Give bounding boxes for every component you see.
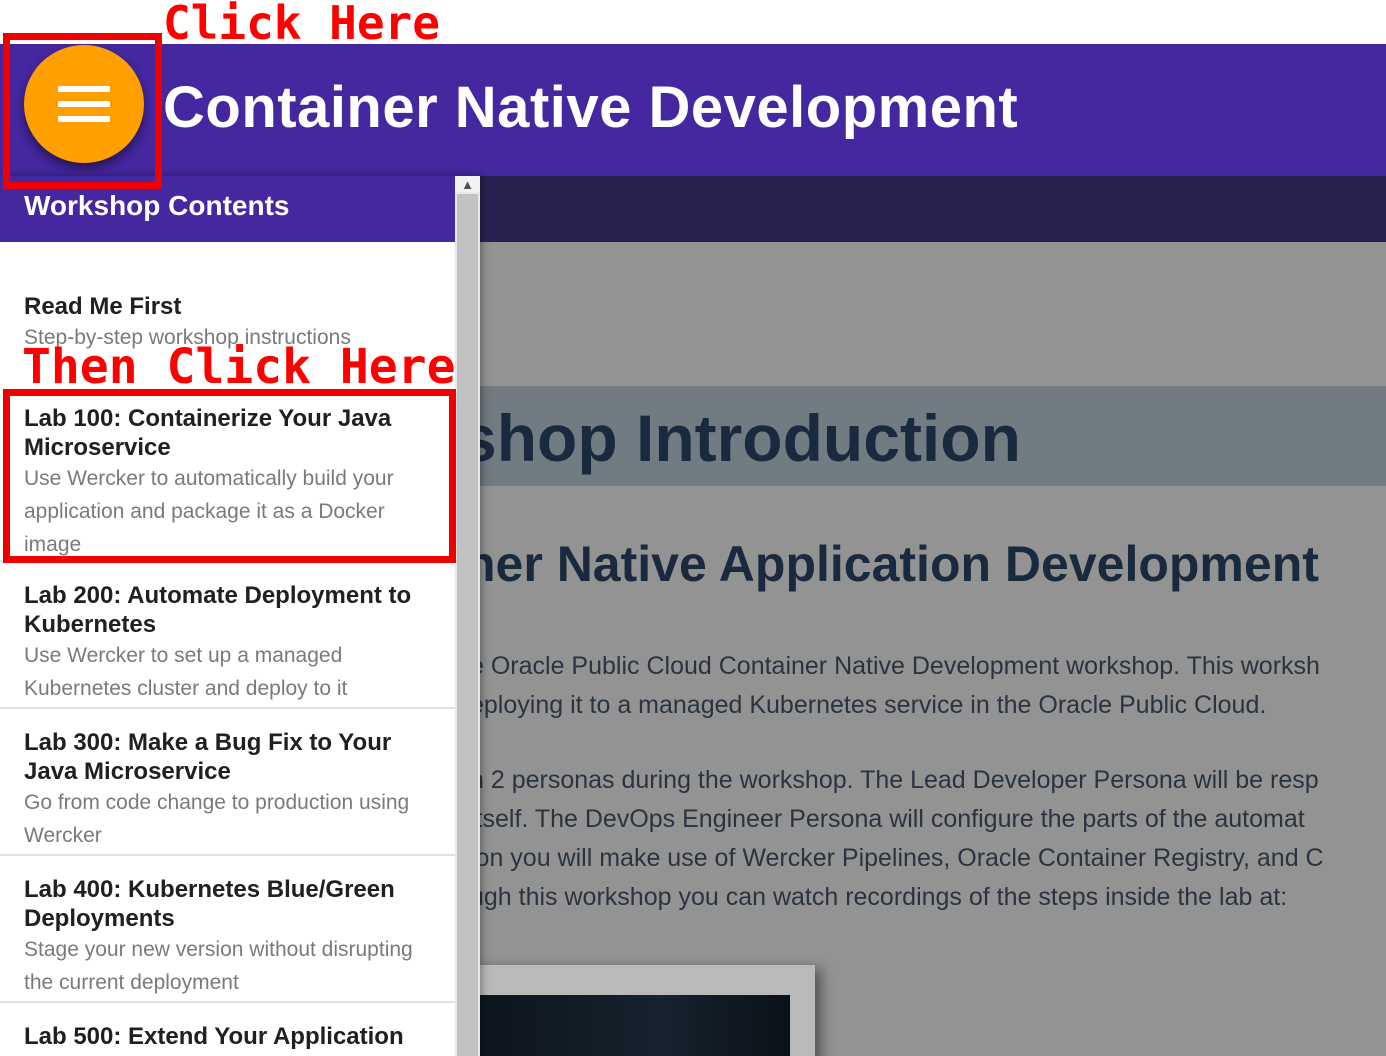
divider xyxy=(0,1001,455,1003)
menu-item-lab-300[interactable]: Lab 300: Make a Bug Fix to Your Java Mic… xyxy=(0,728,455,852)
menu-item-description: Use Wercker to automatically build your … xyxy=(24,467,394,556)
click-here-annotation: Click Here xyxy=(163,0,440,50)
intro-paragraph-line: ugh this workshop you can watch recordin… xyxy=(470,883,1288,911)
menu-item-lab-500[interactable]: Lab 500: Extend Your Application xyxy=(0,1022,455,1051)
scrollbar-thumb[interactable] xyxy=(457,194,478,1056)
intro-paragraph-line: itself. The DevOps Engineer Persona will… xyxy=(470,805,1305,833)
menu-item-lab-400[interactable]: Lab 400: Kubernetes Blue/Green Deploymen… xyxy=(0,875,455,999)
workshop-contents-drawer: Workshop Contents Read Me First Step-by-… xyxy=(0,176,480,1056)
menu-item-title: Lab 300: Make a Bug Fix to Your Java Mic… xyxy=(24,729,392,785)
then-click-here-annotation: Then Click Here xyxy=(22,339,456,395)
video-thumbnail[interactable] xyxy=(470,995,790,1056)
hamburger-menu-icon xyxy=(58,77,110,131)
intro-paragraph-line: e Oracle Public Cloud Container Native D… xyxy=(470,652,1320,680)
menu-item-title: Lab 500: Extend Your Application xyxy=(24,1023,404,1050)
divider xyxy=(0,560,455,562)
menu-item-title: Lab 100: Containerize Your Java Microser… xyxy=(24,405,392,461)
drawer-scrollbar[interactable]: ▲ xyxy=(455,176,480,1056)
menu-item-description: Use Wercker to set up a managed Kubernet… xyxy=(24,644,348,700)
menu-item-title: Lab 200: Automate Deployment to Kubernet… xyxy=(24,582,412,638)
page-title: Container Native Development xyxy=(163,75,1019,140)
intro-paragraph-line: n 2 personas during the workshop. The Le… xyxy=(470,766,1319,794)
menu-item-title: Read Me First xyxy=(24,293,182,320)
menu-item-description: Go from code change to production using … xyxy=(24,791,410,847)
divider xyxy=(0,707,455,709)
menu-button[interactable] xyxy=(24,45,144,163)
intro-paragraph-line: ion you will make use of Wercker Pipelin… xyxy=(470,844,1324,872)
intro-paragraph-line: eploying it to a managed Kubernetes serv… xyxy=(470,691,1267,719)
workshop-introduction-heading: shop Introduction xyxy=(460,401,1021,475)
scroll-up-arrow-icon[interactable]: ▲ xyxy=(455,176,480,192)
menu-item-title: Lab 400: Kubernetes Blue/Green Deploymen… xyxy=(24,876,395,932)
divider xyxy=(0,854,455,856)
menu-item-description: Stage your new version without disruptin… xyxy=(24,938,413,994)
container-native-app-dev-heading: ner Native Application Development xyxy=(465,536,1319,592)
menu-item-lab-100[interactable]: Lab 100: Containerize Your Java Microser… xyxy=(0,404,455,561)
menu-item-lab-200[interactable]: Lab 200: Automate Deployment to Kubernet… xyxy=(0,581,455,705)
drawer-header: Workshop Contents xyxy=(0,176,455,242)
drawer-title: Workshop Contents xyxy=(24,190,290,221)
